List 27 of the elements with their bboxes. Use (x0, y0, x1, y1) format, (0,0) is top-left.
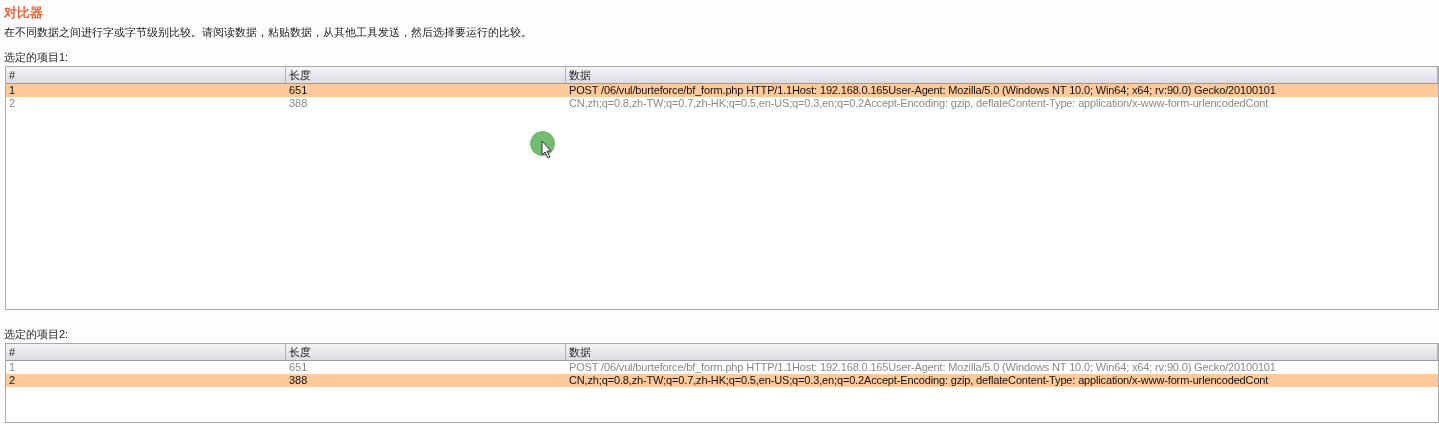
table-cell-text: 388 (288, 97, 309, 110)
section-label: 选定的项目1: (4, 51, 69, 64)
column-header[interactable]: 长度 (286, 344, 566, 360)
column-header[interactable]: 数据 (566, 67, 1438, 83)
column-header[interactable]: 数据 (566, 344, 1438, 360)
table-cell-text: CN,zh;q=0.8,zh-TW;q=0.7,zh-HK;q=0.5,en-US;q=0.3,en;q=0.2Accept-Encoding: gzip, deflateContent-Type: application/x-www-form-urlencodedCont (568, 374, 1270, 387)
page-title: 对比器 (4, 5, 43, 21)
table-cell-text: 388 (288, 374, 309, 387)
table-cell-text: 651 (288, 361, 309, 374)
section-label: 选定的项目2: (4, 328, 69, 341)
table-cell-text: 2 (8, 374, 17, 387)
table-cell-text: CN,zh;q=0.8,zh-TW;q=0.7,zh-HK;q=0.5,en-US;q=0.3,en;q=0.2Accept-Encoding: gzip, deflateContent-Type: application/x-www-form-urlencodedCont (568, 97, 1270, 110)
column-header[interactable]: # (6, 344, 286, 360)
cursor-icon (530, 131, 556, 159)
table-cell-text: 651 (288, 84, 309, 97)
table-cell-text: POST /06/vul/burteforce/bf_form.php HTTP/1.1Host: 192.168.0.165User-Agent: Mozilla/5.0 (Windows NT 10.0; Win64; x64; rv:90.0) Gecko/20100101 (568, 84, 1277, 97)
table-row[interactable]: 1 651 POST /06/vul/burteforce/bf_form.php HTTP/1.1Host: 192.168.0.165User-Agent: Mozilla/5.0 (Windows NT 10.0; Win64; x64; rv:90.0) Gecko/20100101 (6, 361, 1438, 374)
column-header[interactable]: 长度 (286, 67, 566, 83)
description-text: 在不同数据之间进行字或字节级别比较。请阅读数据，粘贴数据，从其他工具发送，然后选择要运行的比较。 (4, 26, 532, 39)
table-cell-text: 1 (8, 361, 17, 374)
table-cell-text: 1 (8, 84, 17, 97)
table-row[interactable]: 1 651 POST /06/vul/burteforce/bf_form.php HTTP/1.1Host: 192.168.0.165User-Agent: Mozilla/5.0 (Windows NT 10.0; Win64; x64; rv:90.0) Gecko/20100101 (6, 84, 1438, 97)
column-header[interactable]: # (6, 67, 286, 83)
table-row[interactable]: 2 388 CN,zh;q=0.8,zh-TW;q=0.7,zh-HK;q=0.5,en-US;q=0.3,en;q=0.2Accept-Encoding: gzip, deflateContent-Type: application/x-www-form-urlencodedCont (6, 374, 1438, 387)
table-cell-text: 2 (8, 97, 17, 110)
table-row[interactable]: 2 388 CN,zh;q=0.8,zh-TW;q=0.7,zh-HK;q=0.5,en-US;q=0.3,en;q=0.2Accept-Encoding: gzip, deflateContent-Type: application/x-www-form-urlencodedCont (6, 97, 1438, 110)
table-cell-text: POST /06/vul/burteforce/bf_form.php HTTP/1.1Host: 192.168.0.165User-Agent: Mozilla/5.0 (Windows NT 10.0; Win64; x64; rv:90.0) Gecko/20100101 (568, 361, 1277, 374)
